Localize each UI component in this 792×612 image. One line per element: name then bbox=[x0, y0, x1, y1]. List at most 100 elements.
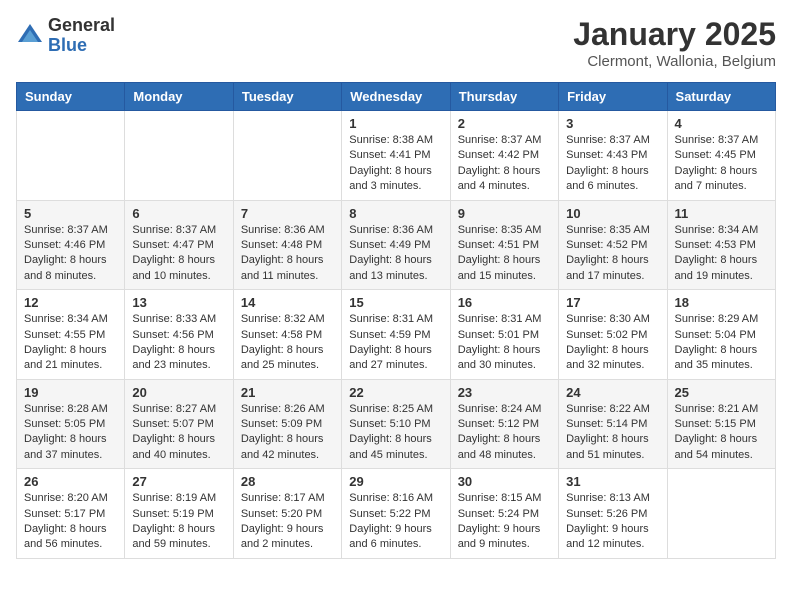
sunrise-text: Sunrise: 8:34 AM bbox=[24, 313, 108, 325]
cell-info: Sunrise: 8:15 AM Sunset: 5:24 PM Dayligh… bbox=[458, 491, 551, 553]
calendar-cell bbox=[17, 111, 125, 201]
cell-info: Sunrise: 8:37 AM Sunset: 4:42 PM Dayligh… bbox=[458, 133, 551, 195]
day-number: 3 bbox=[566, 116, 659, 131]
sunset-text: Sunset: 5:02 PM bbox=[566, 329, 647, 341]
sunrise-text: Sunrise: 8:25 AM bbox=[349, 403, 433, 415]
day-number: 26 bbox=[24, 474, 117, 489]
sunrise-text: Sunrise: 8:21 AM bbox=[675, 403, 759, 415]
cell-info: Sunrise: 8:20 AM Sunset: 5:17 PM Dayligh… bbox=[24, 491, 117, 553]
sunrise-text: Sunrise: 8:33 AM bbox=[132, 313, 216, 325]
calendar-week-1: 1 Sunrise: 8:38 AM Sunset: 4:41 PM Dayli… bbox=[17, 111, 776, 201]
calendar-cell: 15 Sunrise: 8:31 AM Sunset: 4:59 PM Dayl… bbox=[342, 290, 450, 380]
day-number: 20 bbox=[132, 385, 225, 400]
calendar-cell: 20 Sunrise: 8:27 AM Sunset: 5:07 PM Dayl… bbox=[125, 379, 233, 469]
day-number: 5 bbox=[24, 206, 117, 221]
day-number: 9 bbox=[458, 206, 551, 221]
calendar-cell: 18 Sunrise: 8:29 AM Sunset: 5:04 PM Dayl… bbox=[667, 290, 775, 380]
daylight-text: Daylight: 9 hours and 9 minutes. bbox=[458, 523, 541, 550]
calendar-cell: 14 Sunrise: 8:32 AM Sunset: 4:58 PM Dayl… bbox=[233, 290, 341, 380]
sunrise-text: Sunrise: 8:35 AM bbox=[566, 224, 650, 236]
day-number: 21 bbox=[241, 385, 334, 400]
daylight-text: Daylight: 8 hours and 51 minutes. bbox=[566, 433, 649, 460]
calendar-cell bbox=[667, 469, 775, 559]
daylight-text: Daylight: 8 hours and 11 minutes. bbox=[241, 254, 324, 281]
cell-info: Sunrise: 8:34 AM Sunset: 4:55 PM Dayligh… bbox=[24, 312, 117, 374]
sunrise-text: Sunrise: 8:26 AM bbox=[241, 403, 325, 415]
cell-info: Sunrise: 8:34 AM Sunset: 4:53 PM Dayligh… bbox=[675, 223, 768, 285]
day-number: 12 bbox=[24, 295, 117, 310]
sunrise-text: Sunrise: 8:32 AM bbox=[241, 313, 325, 325]
sunrise-text: Sunrise: 8:16 AM bbox=[349, 492, 433, 504]
daylight-text: Daylight: 8 hours and 23 minutes. bbox=[132, 344, 215, 371]
calendar-cell: 24 Sunrise: 8:22 AM Sunset: 5:14 PM Dayl… bbox=[559, 379, 667, 469]
cell-info: Sunrise: 8:31 AM Sunset: 5:01 PM Dayligh… bbox=[458, 312, 551, 374]
sunset-text: Sunset: 5:15 PM bbox=[675, 418, 756, 430]
day-number: 28 bbox=[241, 474, 334, 489]
day-number: 18 bbox=[675, 295, 768, 310]
daylight-text: Daylight: 8 hours and 6 minutes. bbox=[566, 165, 649, 192]
cell-info: Sunrise: 8:31 AM Sunset: 4:59 PM Dayligh… bbox=[349, 312, 442, 374]
sunset-text: Sunset: 5:17 PM bbox=[24, 508, 105, 520]
sunset-text: Sunset: 4:48 PM bbox=[241, 239, 322, 251]
day-number: 24 bbox=[566, 385, 659, 400]
month-title: January 2025 bbox=[573, 16, 776, 53]
sunrise-text: Sunrise: 8:30 AM bbox=[566, 313, 650, 325]
cell-info: Sunrise: 8:37 AM Sunset: 4:46 PM Dayligh… bbox=[24, 223, 117, 285]
sunrise-text: Sunrise: 8:37 AM bbox=[132, 224, 216, 236]
sunrise-text: Sunrise: 8:29 AM bbox=[675, 313, 759, 325]
daylight-text: Daylight: 8 hours and 4 minutes. bbox=[458, 165, 541, 192]
sunrise-text: Sunrise: 8:37 AM bbox=[24, 224, 108, 236]
cell-info: Sunrise: 8:28 AM Sunset: 5:05 PM Dayligh… bbox=[24, 402, 117, 464]
calendar-cell bbox=[125, 111, 233, 201]
cell-info: Sunrise: 8:32 AM Sunset: 4:58 PM Dayligh… bbox=[241, 312, 334, 374]
sunset-text: Sunset: 5:19 PM bbox=[132, 508, 213, 520]
daylight-text: Daylight: 8 hours and 35 minutes. bbox=[675, 344, 758, 371]
sunrise-text: Sunrise: 8:13 AM bbox=[566, 492, 650, 504]
sunset-text: Sunset: 4:51 PM bbox=[458, 239, 539, 251]
daylight-text: Daylight: 8 hours and 13 minutes. bbox=[349, 254, 432, 281]
cell-info: Sunrise: 8:37 AM Sunset: 4:45 PM Dayligh… bbox=[675, 133, 768, 195]
daylight-text: Daylight: 8 hours and 19 minutes. bbox=[675, 254, 758, 281]
sunrise-text: Sunrise: 8:27 AM bbox=[132, 403, 216, 415]
calendar-cell: 8 Sunrise: 8:36 AM Sunset: 4:49 PM Dayli… bbox=[342, 200, 450, 290]
day-number: 11 bbox=[675, 206, 768, 221]
cell-info: Sunrise: 8:29 AM Sunset: 5:04 PM Dayligh… bbox=[675, 312, 768, 374]
daylight-text: Daylight: 8 hours and 42 minutes. bbox=[241, 433, 324, 460]
cell-info: Sunrise: 8:35 AM Sunset: 4:51 PM Dayligh… bbox=[458, 223, 551, 285]
sunset-text: Sunset: 4:49 PM bbox=[349, 239, 430, 251]
calendar-cell: 31 Sunrise: 8:13 AM Sunset: 5:26 PM Dayl… bbox=[559, 469, 667, 559]
cell-info: Sunrise: 8:22 AM Sunset: 5:14 PM Dayligh… bbox=[566, 402, 659, 464]
day-number: 4 bbox=[675, 116, 768, 131]
sunrise-text: Sunrise: 8:31 AM bbox=[458, 313, 542, 325]
col-thursday: Thursday bbox=[450, 83, 558, 111]
day-number: 23 bbox=[458, 385, 551, 400]
daylight-text: Daylight: 8 hours and 56 minutes. bbox=[24, 523, 107, 550]
calendar-cell: 2 Sunrise: 8:37 AM Sunset: 4:42 PM Dayli… bbox=[450, 111, 558, 201]
sunset-text: Sunset: 5:05 PM bbox=[24, 418, 105, 430]
daylight-text: Daylight: 8 hours and 25 minutes. bbox=[241, 344, 324, 371]
cell-info: Sunrise: 8:16 AM Sunset: 5:22 PM Dayligh… bbox=[349, 491, 442, 553]
day-number: 16 bbox=[458, 295, 551, 310]
calendar-cell: 4 Sunrise: 8:37 AM Sunset: 4:45 PM Dayli… bbox=[667, 111, 775, 201]
sunrise-text: Sunrise: 8:22 AM bbox=[566, 403, 650, 415]
day-number: 15 bbox=[349, 295, 442, 310]
calendar-week-3: 12 Sunrise: 8:34 AM Sunset: 4:55 PM Dayl… bbox=[17, 290, 776, 380]
day-number: 6 bbox=[132, 206, 225, 221]
logo: General Blue bbox=[16, 16, 115, 56]
calendar-cell: 9 Sunrise: 8:35 AM Sunset: 4:51 PM Dayli… bbox=[450, 200, 558, 290]
calendar-cell: 27 Sunrise: 8:19 AM Sunset: 5:19 PM Dayl… bbox=[125, 469, 233, 559]
sunset-text: Sunset: 5:07 PM bbox=[132, 418, 213, 430]
col-saturday: Saturday bbox=[667, 83, 775, 111]
col-tuesday: Tuesday bbox=[233, 83, 341, 111]
sunset-text: Sunset: 4:42 PM bbox=[458, 149, 539, 161]
daylight-text: Daylight: 8 hours and 59 minutes. bbox=[132, 523, 215, 550]
calendar-cell: 13 Sunrise: 8:33 AM Sunset: 4:56 PM Dayl… bbox=[125, 290, 233, 380]
sunrise-text: Sunrise: 8:31 AM bbox=[349, 313, 433, 325]
cell-info: Sunrise: 8:36 AM Sunset: 4:48 PM Dayligh… bbox=[241, 223, 334, 285]
sunset-text: Sunset: 5:12 PM bbox=[458, 418, 539, 430]
day-number: 10 bbox=[566, 206, 659, 221]
daylight-text: Daylight: 8 hours and 3 minutes. bbox=[349, 165, 432, 192]
calendar-cell: 5 Sunrise: 8:37 AM Sunset: 4:46 PM Dayli… bbox=[17, 200, 125, 290]
sunset-text: Sunset: 4:53 PM bbox=[675, 239, 756, 251]
cell-info: Sunrise: 8:37 AM Sunset: 4:43 PM Dayligh… bbox=[566, 133, 659, 195]
